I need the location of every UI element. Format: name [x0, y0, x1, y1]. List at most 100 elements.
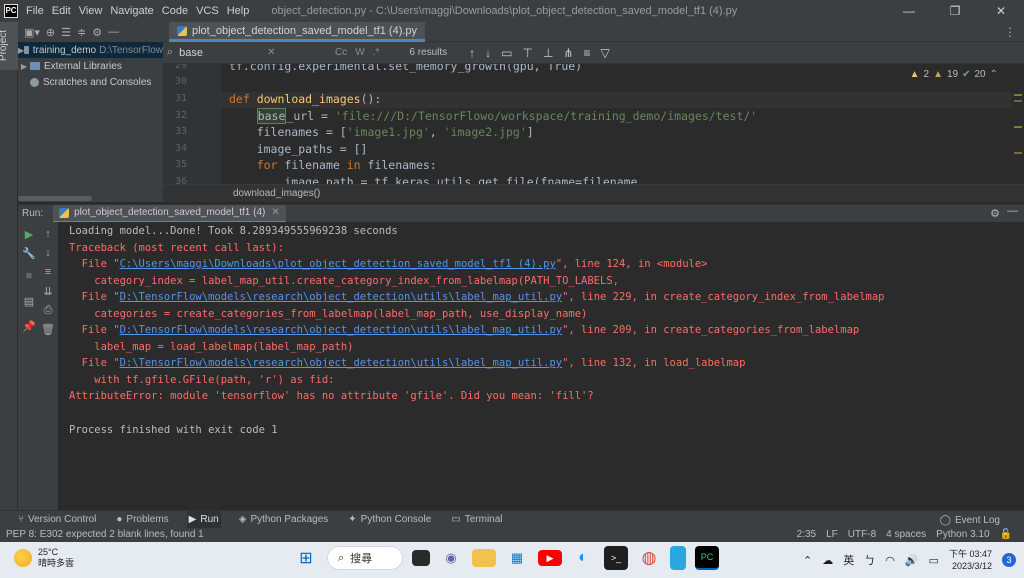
menu-help[interactable]: Help	[227, 5, 250, 17]
python-interpreter[interactable]: Python 3.10	[936, 528, 989, 542]
tool-problems[interactable]: ● Problems	[114, 511, 170, 529]
wrench-icon[interactable]: 🔧	[21, 247, 37, 260]
battery-icon[interactable]: ▭	[929, 554, 939, 567]
collapse-all-icon[interactable]: ☰	[61, 26, 71, 39]
scroll-to-end-icon[interactable]: ⇊	[40, 285, 56, 298]
funnel-icon[interactable]: ▽	[600, 46, 609, 60]
tool-python-packages[interactable]: ◈ Python Packages	[237, 511, 331, 529]
task-view-icon[interactable]	[412, 550, 430, 566]
hide-icon[interactable]: —	[108, 26, 119, 38]
search-icon[interactable]: ⌕	[167, 46, 173, 59]
caret-position[interactable]: 2:35	[797, 528, 816, 542]
menu-code[interactable]: Code	[162, 5, 188, 17]
tree-item-scratches[interactable]: Scratches and Consoles	[18, 74, 163, 90]
store-icon[interactable]: ▦	[505, 546, 529, 570]
tree-item-external-libraries[interactable]: ▶ External Libraries	[18, 58, 163, 74]
event-log-button[interactable]: ◯ Event Log	[940, 511, 1000, 529]
menu-view[interactable]: View	[79, 5, 103, 17]
status-message[interactable]: PEP 8: E302 expected 2 blank lines, foun…	[6, 528, 204, 542]
run-console[interactable]: Loading model...Done! Took 8.28934955596…	[58, 222, 1024, 510]
tool-python-console[interactable]: ✦ Python Console	[346, 511, 433, 529]
chat-icon[interactable]: ◉	[439, 546, 463, 570]
print-icon[interactable]: ⎙	[40, 304, 56, 317]
run-tab[interactable]: plot_object_detection_saved_model_tf1 (4…	[53, 204, 286, 223]
remove-selection-icon[interactable]: ⊥	[543, 46, 553, 60]
restore-button[interactable]: ❐	[932, 0, 978, 22]
minimize-button[interactable]: —	[886, 0, 932, 22]
arrow-up-icon[interactable]: ↑	[40, 228, 56, 240]
chevron-right-icon[interactable]: ▶	[18, 62, 30, 71]
project-view-icon[interactable]: ▣▾	[24, 26, 40, 39]
close-button[interactable]: ✕	[978, 0, 1024, 22]
pin-icon[interactable]: 📌	[21, 320, 37, 333]
edge-icon[interactable]: ◐	[571, 546, 595, 570]
select-all-occurrences-icon[interactable]: ▭	[501, 46, 512, 60]
select-all-icon[interactable]: ⋔	[563, 46, 573, 60]
gear-icon[interactable]: ⚙	[92, 26, 102, 39]
more-icon[interactable]: ⋮	[1004, 25, 1016, 39]
pycharm-icon[interactable]: PC	[695, 546, 719, 570]
menu-vcs[interactable]: VCS	[196, 5, 219, 17]
project-scrollbar[interactable]	[18, 196, 92, 201]
ime-mode-icon[interactable]: ㄅ	[864, 552, 875, 568]
stop-icon[interactable]: ■	[21, 270, 37, 282]
gear-icon[interactable]: ⚙	[990, 207, 1000, 220]
arrow-up-icon[interactable]: ↑	[469, 46, 475, 60]
indent-setting[interactable]: 4 spaces	[886, 528, 926, 542]
file-explorer-icon[interactable]	[472, 549, 496, 567]
expand-all-icon[interactable]: ≑	[77, 26, 86, 39]
ime-indicator[interactable]: 英	[843, 552, 854, 568]
menu-navigate[interactable]: Navigate	[110, 5, 153, 17]
tray-apps-icon[interactable]: ☁	[822, 554, 833, 567]
lock-icon[interactable]: 🔓	[1000, 528, 1012, 542]
locate-icon[interactable]: ⊕	[46, 26, 55, 39]
chevron-up-icon[interactable]: ⌃	[990, 69, 998, 80]
trash-icon[interactable]: 🗑	[40, 323, 56, 336]
file-link[interactable]: D:\TensorFlow\models\research\object_det…	[120, 324, 563, 336]
error-stripe[interactable]	[1012, 64, 1024, 184]
tool-terminal[interactable]: ▭ Terminal	[449, 511, 504, 529]
tool-version-control[interactable]: ⑂ Version Control	[16, 511, 98, 529]
tool-run[interactable]: ▶ Run	[186, 510, 221, 529]
file-link[interactable]: C:\Users\maggi\Downloads\plot_object_det…	[120, 258, 556, 270]
search-input[interactable]	[179, 46, 260, 59]
code-editor[interactable]: 29 30 31 32 33 34 35 36 tf.config.experi…	[163, 64, 1024, 184]
project-tool-tab[interactable]: Project	[0, 22, 18, 70]
match-case-button[interactable]: Cc	[335, 47, 347, 58]
inspection-widget[interactable]: ▲ 2 ▲ 19 ✔ 20 ⌃	[910, 69, 998, 80]
terminal-icon[interactable]: >_	[604, 546, 628, 570]
close-icon[interactable]: ✕	[271, 207, 279, 218]
clear-search-icon[interactable]: ✕	[267, 47, 275, 58]
line-number: 33	[174, 126, 187, 137]
editor-tab[interactable]: plot_object_detection_saved_model_tf1 (4…	[169, 22, 426, 42]
add-selection-icon[interactable]: ⊤	[523, 46, 533, 60]
tree-item-training-demo[interactable]: ▶ training_demo D:\TensorFlow	[18, 42, 163, 58]
file-link[interactable]: D:\TensorFlow\models\research\object_det…	[120, 291, 563, 303]
wifi-icon[interactable]: ◠	[885, 554, 895, 567]
soft-wrap-icon[interactable]: ≡	[40, 266, 56, 278]
volume-icon[interactable]: 🔊	[905, 554, 919, 567]
minimize-icon[interactable]: —	[1007, 205, 1018, 217]
layout-icon[interactable]: ▤	[21, 295, 37, 308]
weather-widget[interactable]: 25°C 晴時多雲	[14, 547, 74, 569]
start-icon[interactable]: ⊞	[294, 546, 318, 570]
arrow-down-icon[interactable]: ↓	[40, 247, 56, 259]
youtube-icon[interactable]: ▶	[538, 550, 562, 566]
arrow-down-icon[interactable]: ↓	[485, 46, 491, 60]
notepad-icon[interactable]	[670, 546, 686, 570]
breadcrumb[interactable]: download_images()	[163, 184, 1024, 202]
chevron-up-icon[interactable]: ⌃	[803, 554, 812, 567]
file-encoding[interactable]: UTF-8	[848, 528, 876, 542]
rerun-icon[interactable]: ▶	[21, 228, 37, 241]
menu-edit[interactable]: Edit	[52, 5, 71, 17]
regex-button[interactable]: .*	[373, 47, 380, 58]
filter-icon[interactable]: ≡	[583, 46, 590, 60]
clock[interactable]: 下午 03:47 2023/3/12	[949, 548, 992, 572]
file-link[interactable]: D:\TensorFlow\models\research\object_det…	[120, 357, 563, 369]
line-separator[interactable]: LF	[826, 528, 838, 542]
whole-words-button[interactable]: W	[355, 47, 364, 58]
chrome-icon[interactable]: ◍	[637, 546, 661, 570]
notification-badge[interactable]: 3	[1002, 553, 1016, 567]
menu-file[interactable]: File	[26, 5, 44, 17]
taskbar-search[interactable]: ⌕ 搜尋	[327, 546, 403, 570]
